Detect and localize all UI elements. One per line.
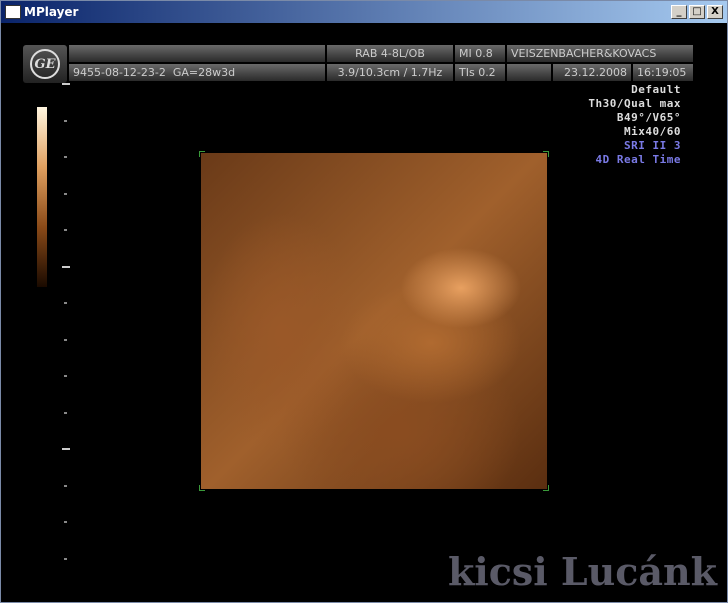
video-area[interactable]: GE 9455-08-12-23-2 GA=28w3d RAB 4-8L/OB … [5,23,723,600]
app-icon [5,5,21,19]
mi-value: MI 0.8 [455,45,505,62]
date: 23.12.2008 [553,64,631,81]
depth-tick [64,521,67,523]
depth-tick [64,229,67,231]
ultrasound-header: GE 9455-08-12-23-2 GA=28w3d RAB 4-8L/OB … [23,45,693,83]
depth-tick [62,83,70,85]
depth-tick [64,411,67,414]
institution: VEISZENBACHER&KOVACS [507,45,693,62]
depth-freq: 3.9/10.3cm / 1.7Hz [327,64,453,81]
depth-tick [64,119,67,122]
maximize-button[interactable]: □ [689,5,705,19]
tis-value: TIs 0.2 [455,64,505,81]
depth-tick [64,302,67,304]
depth-tick [64,192,67,195]
minimize-button[interactable]: _ [671,5,687,19]
gray-scale-bar [37,107,47,287]
close-button[interactable]: X [707,5,723,19]
mplayer-window: MPlayer _ □ X GE 9455-08-12-23-2 GA=28w3… [0,0,728,603]
patient-info: 9455-08-12-23-2 GA=28w3d [69,64,325,81]
depth-tick [62,265,70,268]
window-title: MPlayer [24,5,79,19]
title-bar[interactable]: MPlayer _ □ X [1,1,727,23]
depth-tick [62,448,70,450]
ultrasound-3d-image [199,151,549,491]
depth-tick [64,375,67,377]
watermark: kicsi Lucánk [447,549,717,594]
settings-info: Default Th30/Qual max B49°/V65° Mix40/60 SR… [588,83,681,166]
depth-tick [64,156,67,158]
time: 16:19:05 [633,64,693,81]
probe: RAB 4-8L/OB [327,45,453,62]
ge-logo: GE [23,45,67,83]
depth-tick [64,557,67,560]
depth-tick [64,484,67,487]
depth-tick [64,338,67,341]
